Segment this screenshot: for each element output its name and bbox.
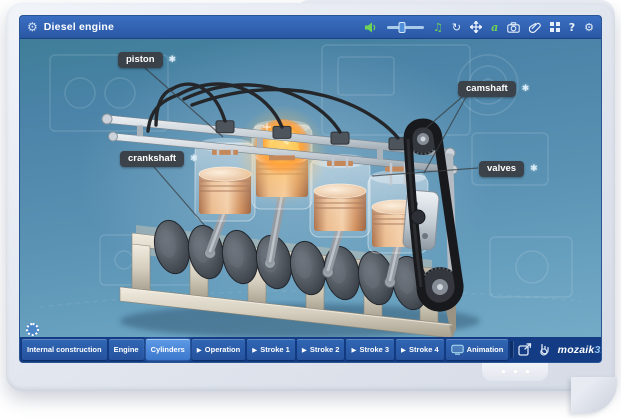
- tab-stroke-2[interactable]: ▶Stroke 2: [297, 339, 345, 360]
- tab-cylinders[interactable]: Cylinders: [146, 339, 190, 360]
- mozaik3d-logo[interactable]: mozaik3D: [558, 344, 601, 356]
- label-crankshaft[interactable]: crankshaft ✱: [120, 151, 198, 167]
- export-window-icon[interactable]: [518, 343, 532, 356]
- menu-gear-icon[interactable]: ⚙: [27, 21, 38, 33]
- tab-operation[interactable]: ▶Operation: [192, 339, 245, 360]
- tv-icon: [451, 344, 464, 355]
- frame-corner-curl: [571, 377, 617, 413]
- related-star-icon[interactable]: ✱: [530, 164, 538, 174]
- tab-engine[interactable]: Engine: [109, 339, 144, 360]
- attachment-icon[interactable]: [529, 21, 541, 33]
- bottom-tab-bar: Internal construction Engine Cylinders ▶…: [20, 337, 601, 362]
- app-screen: ⚙ Diesel engine ♫ ↻ a ? ⚙: [20, 16, 601, 362]
- tab-stroke-3[interactable]: ▶Stroke 3: [346, 339, 394, 360]
- play-icon: ▶: [401, 346, 406, 354]
- reset-view-icon[interactable]: ↻: [452, 22, 461, 33]
- move-icon[interactable]: [470, 21, 482, 33]
- help-icon[interactable]: ?: [569, 22, 575, 33]
- tab-stroke-4[interactable]: ▶Stroke 4: [396, 339, 444, 360]
- volume-slider-handle[interactable]: [398, 22, 405, 33]
- loading-spinner-icon: [26, 323, 39, 336]
- volume-icon[interactable]: [365, 22, 378, 33]
- volume-slider[interactable]: [387, 26, 424, 29]
- related-star-icon[interactable]: ✱: [190, 154, 198, 164]
- play-icon: ▶: [197, 346, 202, 354]
- bottom-bar-right: mozaik3D: [510, 341, 601, 358]
- dot-icon: [513, 369, 518, 374]
- dot-icon: [501, 369, 506, 374]
- labels-icon[interactable]: a: [491, 21, 498, 34]
- settings-icon[interactable]: ⚙: [584, 22, 594, 33]
- play-icon: ▶: [302, 346, 307, 354]
- play-icon: ▶: [252, 346, 257, 354]
- tab-animation[interactable]: Animation: [446, 339, 508, 360]
- label-valves[interactable]: valves ✱: [479, 161, 538, 177]
- tab-stroke-1[interactable]: ▶Stroke 1: [247, 339, 295, 360]
- camera-icon[interactable]: [507, 22, 520, 33]
- header-bar: ⚙ Diesel engine ♫ ↻ a ? ⚙: [20, 16, 601, 39]
- divider: [510, 341, 513, 358]
- dot-icon: [525, 369, 530, 374]
- label-camshaft[interactable]: camshaft ✱: [458, 81, 529, 97]
- related-star-icon[interactable]: ✱: [522, 84, 530, 94]
- related-star-icon[interactable]: ✱: [169, 55, 177, 65]
- gesture-hand-icon[interactable]: [537, 343, 551, 356]
- apps-grid-icon[interactable]: [550, 22, 560, 32]
- label-piston[interactable]: piston ✱: [118, 52, 176, 68]
- music-note-icon[interactable]: ♫: [433, 22, 443, 33]
- tab-internal-construction[interactable]: Internal construction: [22, 339, 107, 360]
- page-title: Diesel engine: [44, 21, 114, 33]
- header-toolbar: ♫ ↻ a ? ⚙: [365, 21, 594, 34]
- play-icon: ▶: [351, 346, 356, 354]
- scene-viewport[interactable]: piston ✱ camshaft ✱ crankshaft ✱ valves …: [20, 39, 601, 337]
- frame-menu-dots: [482, 361, 548, 381]
